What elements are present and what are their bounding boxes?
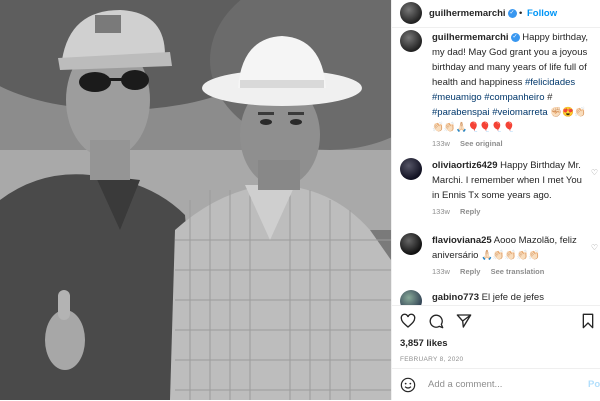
- heart-icon[interactable]: [400, 313, 416, 329]
- post-side-panel: guilhermemarchi ✓ • Follow guilhermemarch…: [391, 0, 600, 400]
- comment-username[interactable]: oliviaortiz6429: [432, 160, 497, 171]
- author-avatar[interactable]: [400, 2, 422, 24]
- comment-username[interactable]: flavioviana25: [432, 235, 492, 246]
- author-username[interactable]: guilhermemarchi: [429, 8, 506, 19]
- caption-emoji-line: 👏🏻👏🏻🙏🏻🎈🎈🎈🎈: [432, 122, 515, 133]
- share-icon[interactable]: [456, 313, 472, 329]
- hashtag-link[interactable]: #felicidades: [525, 77, 575, 88]
- verified-badge-icon: ✓: [507, 8, 517, 18]
- comment-meta: 133w Reply: [432, 206, 582, 218]
- comment-body: oliviaortiz6429 Happy Birthday Mr. March…: [432, 158, 582, 218]
- comment-input[interactable]: Add a comment...: [428, 379, 502, 390]
- comment-time[interactable]: 133w: [432, 267, 450, 276]
- post-button[interactable]: Post: [588, 379, 600, 390]
- hashtag-separator: #: [547, 92, 553, 103]
- caption-trailing-emoji: ✊🏻😍👏🏻: [550, 107, 586, 118]
- hashtag-link[interactable]: #meuamigo: [432, 92, 482, 103]
- commenter-avatar[interactable]: [400, 233, 422, 255]
- see-original-button[interactable]: See original: [460, 139, 503, 148]
- commenter-avatar[interactable]: [400, 290, 422, 305]
- comment-meta: 133w Reply See translation: [432, 266, 582, 278]
- comment-item: flavioviana25 Aooo Mazolão, feliz aniver…: [400, 231, 598, 281]
- comment-icon[interactable]: [428, 313, 444, 329]
- post-header: guilhermemarchi ✓ • Follow: [392, 0, 600, 28]
- verified-badge-icon: ✓: [510, 32, 520, 42]
- caption-username[interactable]: guilhermemarchi: [432, 32, 509, 43]
- caption-meta: 133w See original: [432, 138, 600, 150]
- like-comment-heart-icon[interactable]: ♡: [591, 243, 598, 252]
- post-photo[interactable]: [0, 0, 391, 400]
- action-bar: [392, 305, 600, 336]
- author-username-row[interactable]: guilhermemarchi ✓: [429, 8, 517, 19]
- hashtag-link[interactable]: #veiomarreta: [492, 107, 547, 118]
- comment-body: flavioviana25 Aooo Mazolão, feliz aniver…: [432, 233, 582, 278]
- bookmark-icon[interactable]: [580, 313, 596, 329]
- comment-time[interactable]: 133w: [432, 207, 450, 216]
- photo-illustration: [0, 0, 391, 400]
- emoji-smiley-icon[interactable]: [400, 377, 416, 393]
- caption-time[interactable]: 133w: [432, 139, 450, 148]
- like-comment-heart-icon[interactable]: ♡: [591, 168, 598, 177]
- comment-username[interactable]: gabino773: [432, 292, 479, 303]
- header-separator: •: [519, 8, 523, 19]
- hashtag-link[interactable]: #companheiro: [484, 92, 544, 103]
- comments-list[interactable]: guilhermemarchi ✓ Happy birthday, my dad!…: [392, 28, 600, 305]
- hashtag-link[interactable]: #parabenspai: [432, 107, 490, 118]
- instagram-post-view: guilhermemarchi ✓ • Follow guilhermemarch…: [0, 0, 600, 400]
- caption-body: guilhermemarchi ✓ Happy birthday, my dad!…: [432, 30, 600, 150]
- comment-text: El jefe de jefes: [481, 292, 544, 303]
- follow-button[interactable]: Follow: [527, 8, 557, 19]
- reply-button[interactable]: Reply: [460, 267, 480, 276]
- caption-avatar[interactable]: [400, 30, 422, 52]
- add-comment-bar: Add a comment... Post: [392, 368, 600, 401]
- comment-item: gabino773 El jefe de jefes: [400, 288, 598, 305]
- comment-body: gabino773 El jefe de jefes: [432, 290, 582, 305]
- commenter-avatar[interactable]: [400, 158, 422, 180]
- post-date[interactable]: FEBRUARY 8, 2020: [400, 356, 463, 363]
- like-count[interactable]: 3,857 likes: [400, 338, 448, 349]
- reply-button[interactable]: Reply: [460, 207, 480, 216]
- comment-item: oliviaortiz6429 Happy Birthday Mr. March…: [400, 156, 598, 216]
- see-translation-button[interactable]: See translation: [491, 267, 545, 276]
